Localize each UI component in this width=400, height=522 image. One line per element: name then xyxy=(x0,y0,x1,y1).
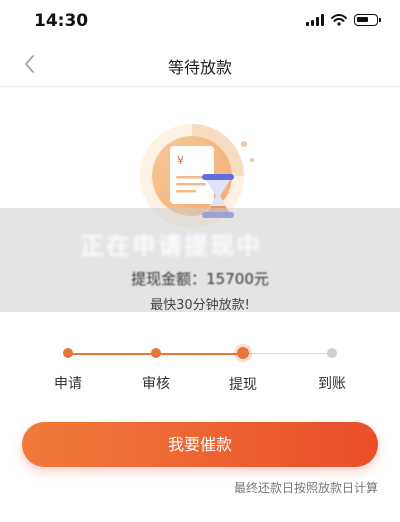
repayment-date-note: 最终还款日按照放款日计算 xyxy=(233,481,378,495)
navigation-bar: 等待放款 xyxy=(0,44,400,87)
step-dot-current xyxy=(237,347,249,359)
clock: 14:30 xyxy=(34,11,89,31)
progress-stepper: 申请 审核 提现 到账 xyxy=(30,340,370,400)
release-time-note: 最快30分钟放款! xyxy=(150,298,250,313)
system-icons xyxy=(306,14,381,26)
yuan-symbol: ¥ xyxy=(177,154,184,167)
step-dot-pending xyxy=(327,348,337,358)
step-dot xyxy=(63,348,73,358)
withdrawal-status-banner: 正在申请提现中 提现金额：15700元 最快30分钟放款! xyxy=(0,208,400,313)
page-title: 等待放款 xyxy=(167,58,232,77)
step-label: 提现 xyxy=(229,377,257,393)
status-bar: 14:30 xyxy=(0,0,400,44)
battery-icon xyxy=(354,14,381,26)
withdrawal-amount: 提现金额：15700元 xyxy=(131,270,269,288)
urge-payout-button[interactable]: 我要催款 xyxy=(22,422,378,467)
step-withdraw: 提现 xyxy=(203,340,283,394)
banner-heading: 正在申请提现中 xyxy=(80,232,262,260)
wifi-icon xyxy=(331,14,347,26)
step-label: 到账 xyxy=(318,376,346,392)
step-label: 申请 xyxy=(54,376,82,392)
cellular-signal-icon xyxy=(306,14,324,26)
step-apply: 申请 xyxy=(28,340,108,393)
step-arrival: 到账 xyxy=(292,340,372,393)
step-review: 审核 xyxy=(116,340,196,393)
step-dot xyxy=(151,348,161,358)
step-label: 审核 xyxy=(142,376,170,392)
